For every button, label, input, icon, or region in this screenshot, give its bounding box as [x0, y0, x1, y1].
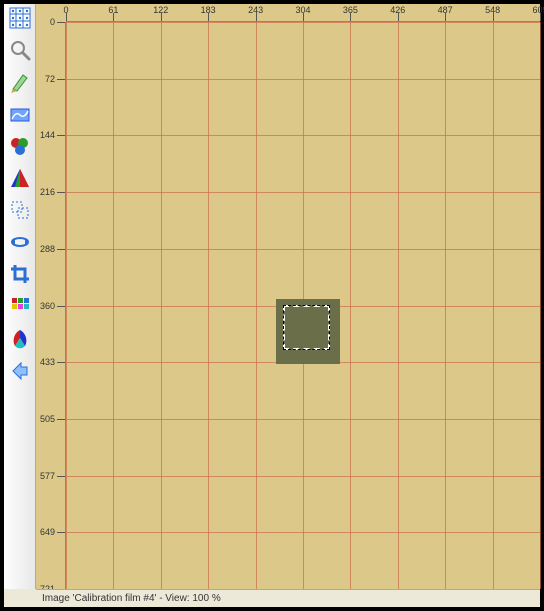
ruler-v-label: 144	[40, 130, 55, 140]
register-tool-icon	[9, 199, 31, 224]
channels-tool-icon	[9, 135, 31, 160]
zoom-tool-icon	[9, 39, 31, 64]
ruler-v-label: 360	[40, 301, 55, 311]
flip-tool-icon	[9, 231, 31, 256]
crop-tool[interactable]	[7, 262, 33, 288]
ruler-h-label: 487	[438, 5, 453, 15]
ruler-h-label: 304	[295, 5, 310, 15]
ruler-h-label: 243	[248, 5, 263, 15]
channels-tool[interactable]	[7, 134, 33, 160]
ruler-v-label: 505	[40, 414, 55, 424]
register-tool[interactable]	[7, 198, 33, 224]
ruler-h-label: 426	[390, 5, 405, 15]
status-text: Image 'Calibration film #4' - View: 100 …	[42, 593, 221, 604]
grid-tool-icon	[9, 7, 31, 32]
ruler-h-label: 609	[532, 5, 544, 15]
ruler-horizontal: 061122183243304365426487548609	[66, 4, 540, 22]
ruler-v-label: 577	[40, 471, 55, 481]
status-bar: Image 'Calibration film #4' - View: 100 …	[36, 589, 540, 607]
profile-tool-icon	[9, 103, 31, 128]
profile-tool[interactable]	[7, 102, 33, 128]
pen-tool[interactable]	[7, 70, 33, 96]
ruler-h-label: 61	[108, 5, 118, 15]
ruler-h-label: 548	[485, 5, 500, 15]
gamut-tool-icon	[9, 327, 31, 352]
flip-tool[interactable]	[7, 230, 33, 256]
gamut-tool[interactable]	[7, 326, 33, 352]
crop-tool-icon	[9, 263, 31, 288]
ruler-v-label: 649	[40, 527, 55, 537]
toolbar	[4, 4, 36, 589]
ruler-v-label: 433	[40, 357, 55, 367]
zoom-tool[interactable]	[7, 38, 33, 64]
viewport[interactable]	[66, 22, 540, 589]
ruler-vertical: 072144216288360433505577649721	[36, 22, 66, 589]
export-tool-icon	[9, 359, 31, 384]
ruler-h-label: 122	[153, 5, 168, 15]
ruler-h-label: 183	[201, 5, 216, 15]
color-tool[interactable]	[7, 294, 33, 320]
ruler-h-label: 365	[343, 5, 358, 15]
export-tool[interactable]	[7, 358, 33, 384]
ruler-v-label: 72	[45, 74, 55, 84]
ruler-v-label: 216	[40, 187, 55, 197]
selection-marquee[interactable]	[283, 305, 330, 350]
canvas-area: 061122183243304365426487548609 072144216…	[36, 4, 540, 589]
ruler-v-label: 0	[50, 17, 55, 27]
histogram-tool-icon	[9, 167, 31, 192]
pen-tool-icon	[9, 71, 31, 96]
ruler-v-label: 288	[40, 244, 55, 254]
grid-tool[interactable]	[7, 6, 33, 32]
color-tool-icon	[9, 295, 31, 320]
ruler-h-label: 0	[63, 5, 68, 15]
histogram-tool[interactable]	[7, 166, 33, 192]
